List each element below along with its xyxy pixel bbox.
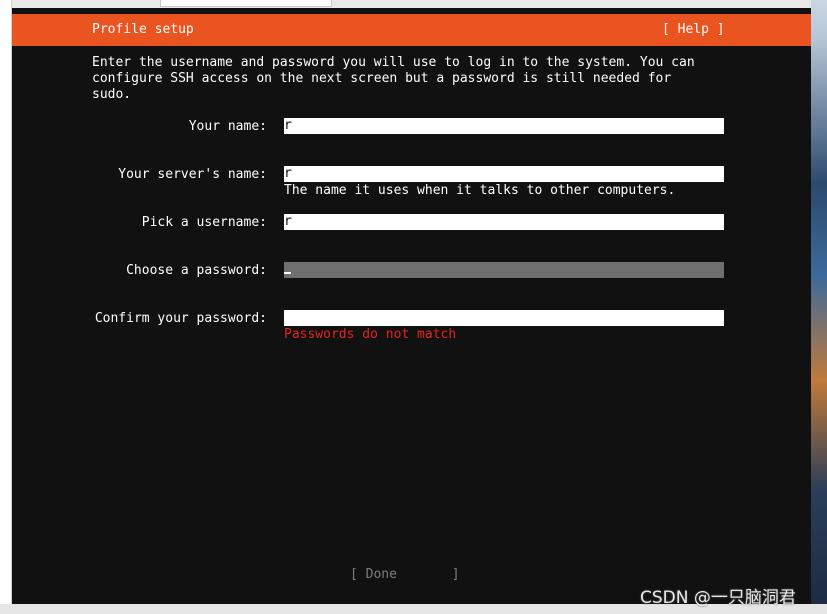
- server-name-label: Your server's name:: [118, 167, 267, 182]
- server-name-hint: The name it uses when it talks to other …: [284, 183, 676, 198]
- password-mismatch-error: Passwords do not match: [284, 327, 457, 342]
- your-name-field[interactable]: r: [284, 118, 724, 134]
- username-label: Pick a username:: [141, 215, 267, 230]
- confirm-password-label: Confirm your password:: [94, 311, 267, 326]
- help-button[interactable]: [ Help ]: [662, 22, 725, 37]
- username-field[interactable]: r: [284, 214, 724, 230]
- your-name-label: Your name:: [188, 119, 267, 134]
- confirm-password-field[interactable]: [284, 310, 724, 326]
- host-tab[interactable]: [160, 0, 332, 7]
- desktop-background-strip: [811, 0, 827, 614]
- server-name-field[interactable]: r: [284, 166, 724, 182]
- intro-text: Enter the username and password you will…: [92, 55, 695, 102]
- host-tab-strip: [12, 0, 811, 8]
- text-cursor: [284, 272, 291, 274]
- host-window-left-edge: [0, 0, 12, 614]
- watermark: CSDN @一只脑洞君: [640, 588, 796, 608]
- password-field[interactable]: [284, 262, 724, 278]
- password-label: Choose a password:: [126, 263, 267, 278]
- done-button[interactable]: [ Done ]: [350, 567, 460, 582]
- page-title: Profile setup: [92, 22, 194, 37]
